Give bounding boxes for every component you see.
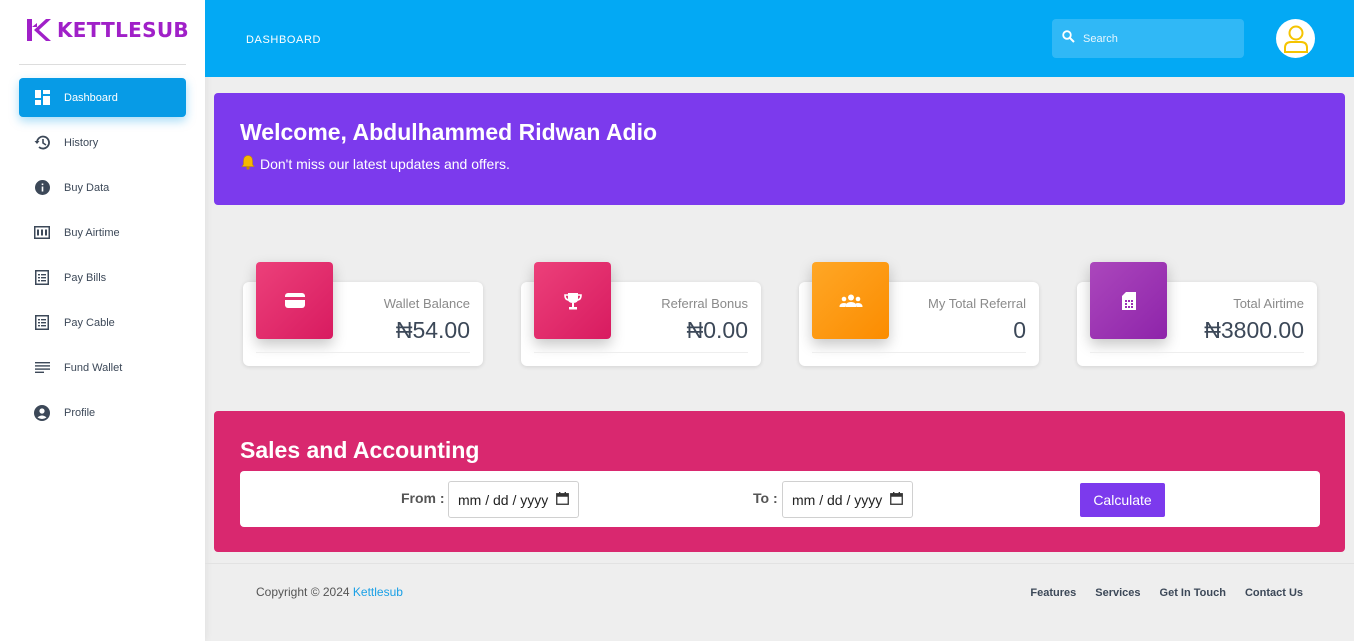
sidebar-item-fund-wallet[interactable]: Fund Wallet [19, 348, 186, 387]
dashboard-icon [33, 89, 51, 107]
footer-link-features[interactable]: Features [1030, 587, 1076, 599]
bell-icon [240, 154, 256, 173]
card-value: 0 [1013, 317, 1026, 343]
from-label: From : [401, 490, 445, 506]
card-divider [256, 352, 470, 353]
sim-card-icon [1090, 262, 1167, 339]
footer-divider [205, 563, 1354, 564]
welcome-title: Welcome, Abdulhammed Ridwan Adio [240, 119, 658, 145]
trophy-icon [534, 262, 611, 339]
dialpad-icon [33, 224, 51, 242]
sidebar-item-pay-bills[interactable]: Pay Bills [19, 258, 186, 297]
to-label: To : [753, 490, 778, 506]
copyright-text: Copyright © 2024 [256, 585, 350, 599]
welcome-message-row: Don't miss our latest updates and offers… [240, 154, 1319, 173]
sales-title: Sales and Accounting [240, 437, 480, 463]
total-referral-card: My Total Referral 0 [799, 262, 1039, 366]
brand-logo[interactable]: KETTLESUB [25, 18, 189, 42]
search-input[interactable] [1083, 32, 1233, 45]
card-label: Referral Bonus [661, 296, 748, 311]
sidebar-nav: Dashboard History Buy Data Buy Airtime P… [19, 78, 186, 438]
calculate-button[interactable]: Calculate [1080, 483, 1165, 517]
welcome-message: Don't miss our latest updates and offers… [260, 155, 510, 172]
copyright: Copyright © 2024 Kettlesub [256, 585, 403, 599]
card-divider [812, 352, 1026, 353]
kettlesub-link[interactable]: Kettlesub [353, 585, 403, 599]
user-icon [1283, 25, 1308, 53]
card-value: ₦3800.00 [1204, 317, 1304, 343]
brand-name: KETTLESUB [57, 18, 189, 42]
welcome-banner: Welcome, Abdulhammed Ridwan Adio Don't m… [214, 93, 1345, 205]
info-icon [33, 179, 51, 197]
card-divider [534, 352, 748, 353]
sales-form: From : mm / dd / yyyy To : mm / dd / yyy… [240, 471, 1320, 527]
user-avatar[interactable] [1276, 19, 1315, 58]
sidebar-item-label: Buy Airtime [64, 226, 120, 239]
page-title: DASHBOARD [246, 34, 322, 46]
sidebar-item-label: History [64, 136, 99, 149]
sidebar-item-label: Profile [64, 406, 96, 419]
card-label: Wallet Balance [383, 296, 470, 311]
sidebar-item-buy-data[interactable]: Buy Data [19, 168, 186, 207]
sidebar-divider [19, 64, 186, 65]
kettlesub-logo-icon [27, 19, 51, 41]
footer-link-get-in-touch[interactable]: Get In Touch [1160, 587, 1226, 599]
sidebar: KETTLESUB Dashboard History Buy Data Buy… [0, 0, 205, 641]
sidebar-item-label: Pay Bills [64, 271, 107, 284]
card-value: ₦54.00 [395, 317, 470, 343]
to-date-value: mm / dd / yyyy [792, 491, 883, 508]
card-value: ₦0.00 [686, 317, 748, 343]
total-airtime-card: Total Airtime ₦3800.00 [1077, 262, 1317, 366]
sidebar-item-buy-airtime[interactable]: Buy Airtime [19, 213, 186, 252]
to-date-input[interactable]: mm / dd / yyyy [782, 481, 913, 518]
calendar-icon[interactable] [890, 491, 904, 508]
card-label: My Total Referral [927, 296, 1026, 311]
wallet-balance-card: Wallet Balance ₦54.00 [243, 262, 483, 366]
search-box[interactable] [1052, 19, 1244, 58]
sidebar-item-label: Pay Cable [64, 316, 115, 329]
footer-link-contact-us[interactable]: Contact Us [1245, 587, 1303, 599]
from-date-input[interactable]: mm / dd / yyyy [448, 481, 579, 518]
sales-accounting-panel: Sales and Accounting From : mm / dd / yy… [214, 411, 1345, 552]
list-icon [33, 269, 51, 287]
group-icon [812, 262, 889, 339]
card-divider [1090, 352, 1304, 353]
calendar-icon[interactable] [556, 491, 570, 508]
card-label: Total Airtime [1233, 296, 1304, 311]
sidebar-item-dashboard[interactable]: Dashboard [19, 78, 186, 117]
footer-link-services[interactable]: Services [1095, 587, 1140, 599]
footer-links: Features Services Get In Touch Contact U… [1030, 587, 1303, 599]
sidebar-item-label: Fund Wallet [64, 361, 123, 374]
search-icon [1062, 29, 1075, 48]
from-date-value: mm / dd / yyyy [458, 491, 549, 508]
history-icon [33, 134, 51, 152]
menu-lines-icon [33, 359, 51, 377]
sidebar-item-profile[interactable]: Profile [19, 393, 186, 432]
list-icon [33, 314, 51, 332]
account-circle-icon [33, 404, 51, 422]
sidebar-item-pay-cable[interactable]: Pay Cable [19, 303, 186, 342]
top-navbar: DASHBOARD [205, 0, 1354, 77]
sidebar-item-label: Dashboard [64, 91, 118, 104]
wallet-icon [256, 262, 333, 339]
referral-bonus-card: Referral Bonus ₦0.00 [521, 262, 761, 366]
sidebar-item-label: Buy Data [64, 181, 110, 194]
sidebar-item-history[interactable]: History [19, 123, 186, 162]
